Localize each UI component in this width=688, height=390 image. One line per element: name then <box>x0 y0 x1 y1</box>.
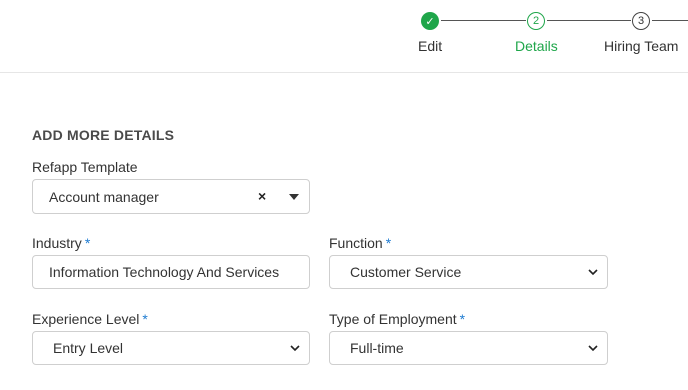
step-hiring-team-number[interactable]: 3 <box>632 12 650 30</box>
function-value: Customer Service <box>350 264 462 280</box>
chevron-down-icon <box>588 269 598 276</box>
industry-label: Industry * <box>32 235 91 251</box>
step-connector <box>547 20 631 21</box>
progress-stepper: ✓ 2 3 Edit Details Hiring Team <box>0 0 688 73</box>
function-select[interactable]: Customer Service <box>329 255 608 289</box>
employment-type-value: Full-time <box>350 340 404 356</box>
employment-type-label: Type of Employment * <box>329 311 466 327</box>
experience-value: Entry Level <box>53 340 124 356</box>
experience-label: Experience Level * <box>32 311 148 327</box>
step-details-number[interactable]: 2 <box>527 12 545 30</box>
template-value: Account manager <box>49 188 159 205</box>
step-connector <box>652 20 688 21</box>
function-label: Function * <box>329 235 392 251</box>
industry-value: Information Technology And Services <box>49 264 280 280</box>
template-label: Refapp Template <box>32 159 138 175</box>
step-label-edit[interactable]: Edit <box>418 38 442 54</box>
experience-select[interactable]: Entry Level <box>32 331 310 365</box>
chevron-down-icon <box>290 345 300 352</box>
chevron-down-icon <box>588 345 598 352</box>
required-marker: * <box>142 311 148 327</box>
required-marker: * <box>84 235 91 251</box>
required-marker: * <box>459 311 466 327</box>
step-connector <box>441 20 526 21</box>
employment-type-select[interactable]: Full-time <box>329 331 608 365</box>
caret-down-icon[interactable] <box>289 194 299 200</box>
industry-input[interactable]: Information Technology And Services <box>32 255 310 289</box>
step-label-hiring-team[interactable]: Hiring Team <box>604 38 678 54</box>
step-edit-check-icon[interactable]: ✓ <box>421 12 439 30</box>
clear-icon[interactable]: × <box>258 188 266 204</box>
section-title: ADD MORE DETAILS <box>32 127 175 143</box>
template-select[interactable]: Account manager × <box>32 179 310 214</box>
required-marker: * <box>385 235 392 251</box>
step-label-details[interactable]: Details <box>515 38 558 54</box>
